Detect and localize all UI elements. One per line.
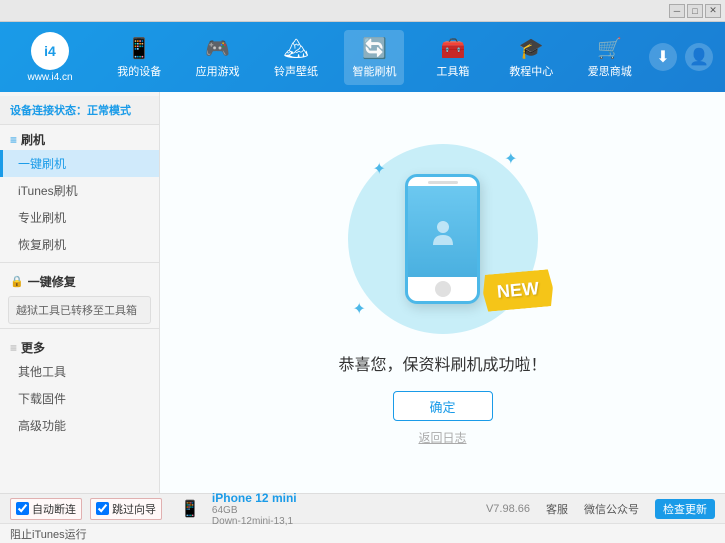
maximize-button[interactable]: □ bbox=[687, 4, 703, 18]
header: i4 www.i4.cn 📱 我的设备 🎮 应用游戏 🏔 铃声壁纸 🔄 智能刷机… bbox=[0, 22, 725, 92]
nav-smart-flash-label: 智能刷机 bbox=[352, 63, 396, 79]
skip-wizard-checkbox[interactable]: 跳过向导 bbox=[90, 498, 162, 520]
download-button[interactable]: ⬇ bbox=[649, 43, 677, 71]
nav-shop-label: 爱思商城 bbox=[588, 63, 632, 79]
flash-section-icon: ≡ bbox=[10, 133, 17, 147]
confirm-button[interactable]: 确定 bbox=[393, 391, 493, 421]
back-link[interactable]: 返回日志 bbox=[418, 429, 466, 446]
nav-toolbox[interactable]: 🧰 工具箱 bbox=[423, 30, 483, 85]
logo-area: i4 www.i4.cn bbox=[0, 24, 100, 91]
toolbox-icon: 🧰 bbox=[440, 36, 465, 61]
sidebar-section-rescue: 🔒 一键修复 bbox=[0, 267, 159, 292]
nav-items: 📱 我的设备 🎮 应用游戏 🏔 铃声壁纸 🔄 智能刷机 🧰 工具箱 🎓 教程中心… bbox=[100, 30, 649, 85]
auto-disconnect-input[interactable] bbox=[16, 502, 29, 515]
sidebar-item-advanced[interactable]: 高级功能 bbox=[0, 412, 159, 439]
success-message: 恭喜您，保资料刷机成功啦！ bbox=[338, 351, 546, 375]
nav-my-device[interactable]: 📱 我的设备 bbox=[109, 30, 169, 85]
sidebar-section-flash: ≡ 刷机 bbox=[0, 125, 159, 150]
nav-apps-games-label: 应用游戏 bbox=[196, 63, 240, 79]
phone-illustration: ✦ ✦ ✦ NEW bbox=[343, 139, 543, 339]
my-device-icon: 📱 bbox=[127, 36, 152, 61]
device-icon: 📱 bbox=[180, 499, 200, 519]
sidebar-section-more: ≡ 更多 bbox=[0, 333, 159, 358]
skip-wizard-input[interactable] bbox=[96, 502, 109, 515]
wechat-link[interactable]: 微信公众号 bbox=[584, 501, 639, 517]
bottom-bar: 自动断连 跳过向导 📱 iPhone 12 mini 64GB Down-12m… bbox=[0, 493, 725, 523]
bottom-right: V7.98.66 客服 微信公众号 检查更新 bbox=[486, 499, 715, 519]
sidebar-item-restore-flash[interactable]: 恢复刷机 bbox=[0, 231, 159, 258]
nav-apps-games[interactable]: 🎮 应用游戏 bbox=[188, 30, 248, 85]
nav-wallpaper-label: 铃声壁纸 bbox=[274, 63, 318, 79]
sidebar-divider-1 bbox=[0, 262, 159, 263]
device-row: 📱 iPhone 12 mini 64GB Down-12mini-13,1 bbox=[180, 491, 297, 527]
smart-flash-icon: 🔄 bbox=[362, 36, 387, 61]
sidebar-divider-2 bbox=[0, 328, 159, 329]
device-firmware: Down-12mini-13,1 bbox=[212, 516, 297, 527]
itunes-bar: 阻止iTunes运行 bbox=[0, 523, 725, 543]
logo-icon: i4 bbox=[31, 32, 69, 70]
sparkle-icon-1: ✦ bbox=[373, 159, 386, 179]
status-label: 设备连接状态： bbox=[10, 105, 87, 117]
auto-disconnect-label: 自动断连 bbox=[32, 501, 76, 517]
sidebar-info-box: 越狱工具已转移至工具箱 bbox=[8, 296, 151, 324]
sidebar-item-other-tools[interactable]: 其他工具 bbox=[0, 358, 159, 385]
nav-tutorial[interactable]: 🎓 教程中心 bbox=[501, 30, 561, 85]
minimize-button[interactable]: ─ bbox=[669, 4, 685, 18]
tutorial-icon: 🎓 bbox=[519, 36, 544, 61]
version-label: V7.98.66 bbox=[486, 503, 530, 515]
sidebar-section-rescue-label: 一键修复 bbox=[28, 273, 76, 290]
nav-shop[interactable]: 🛒 爱思商城 bbox=[580, 30, 640, 85]
sparkle-icon-3: ✦ bbox=[353, 299, 366, 319]
auto-disconnect-checkbox[interactable]: 自动断连 bbox=[10, 498, 82, 520]
device-capacity: 64GB bbox=[212, 505, 297, 516]
nav-toolbox-label: 工具箱 bbox=[436, 63, 469, 79]
status-value: 正常模式 bbox=[87, 105, 131, 117]
sparkle-icon-2: ✦ bbox=[504, 149, 517, 169]
service-link[interactable]: 客服 bbox=[546, 501, 568, 517]
nav-tutorial-label: 教程中心 bbox=[509, 63, 553, 79]
sidebar-item-download-firmware[interactable]: 下载固件 bbox=[0, 385, 159, 412]
phone-home-button bbox=[435, 281, 451, 297]
status-bar: 设备连接状态：正常模式 bbox=[0, 96, 159, 125]
nav-smart-flash[interactable]: 🔄 智能刷机 bbox=[344, 30, 404, 85]
stop-itunes-button[interactable]: 阻止iTunes运行 bbox=[10, 526, 87, 542]
main-layout: 设备连接状态：正常模式 ≡ 刷机 一键刷机 iTunes刷机 专业刷机 恢复刷机… bbox=[0, 92, 725, 493]
update-button[interactable]: 检查更新 bbox=[655, 499, 715, 519]
device-info: iPhone 12 mini 64GB Down-12mini-13,1 bbox=[212, 491, 297, 527]
nav-my-device-label: 我的设备 bbox=[117, 63, 161, 79]
phone-screen bbox=[408, 186, 477, 277]
sidebar-item-pro-flash[interactable]: 专业刷机 bbox=[0, 204, 159, 231]
sidebar-section-flash-label: 刷机 bbox=[21, 131, 45, 148]
nav-right: ⬇ 👤 bbox=[649, 43, 725, 71]
shop-icon: 🛒 bbox=[597, 36, 622, 61]
lock-icon: 🔒 bbox=[10, 275, 24, 288]
more-section-icon: ≡ bbox=[10, 341, 17, 355]
sidebar-item-itunes-flash[interactable]: iTunes刷机 bbox=[0, 177, 159, 204]
apps-games-icon: 🎮 bbox=[205, 36, 230, 61]
close-button[interactable]: ✕ bbox=[705, 4, 721, 18]
new-badge: NEW bbox=[481, 269, 554, 312]
sidebar-section-more-label: 更多 bbox=[21, 339, 45, 356]
title-bar: ─ □ ✕ bbox=[0, 0, 725, 22]
content-area: ✦ ✦ ✦ NEW 恭喜您，保资料刷机成功啦！ 确定 返回日志 bbox=[160, 92, 725, 493]
sidebar: 设备连接状态：正常模式 ≡ 刷机 一键刷机 iTunes刷机 专业刷机 恢复刷机… bbox=[0, 92, 160, 493]
nav-wallpaper[interactable]: 🏔 铃声壁纸 bbox=[266, 30, 326, 85]
skip-wizard-label: 跳过向导 bbox=[112, 501, 156, 517]
phone-shape bbox=[405, 174, 480, 304]
logo-text: www.i4.cn bbox=[27, 72, 72, 83]
wallpaper-icon: 🏔 bbox=[283, 36, 308, 61]
sidebar-item-one-key-flash[interactable]: 一键刷机 bbox=[0, 150, 159, 177]
user-button[interactable]: 👤 bbox=[685, 43, 713, 71]
